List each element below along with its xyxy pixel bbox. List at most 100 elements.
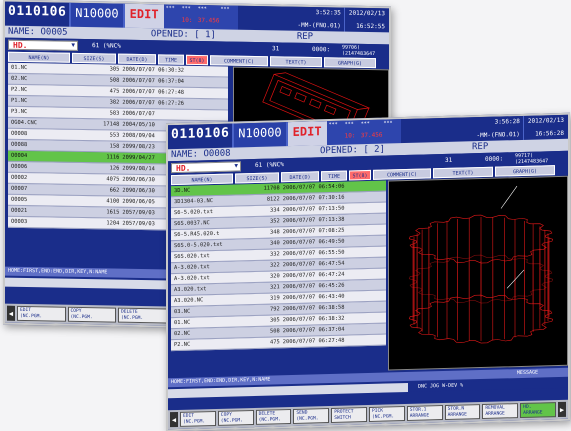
right-arrow-icon[interactable]: ▶ xyxy=(557,401,566,418)
filter-text: 61 (%NC% xyxy=(92,42,121,50)
extension-select[interactable]: HD. xyxy=(8,39,78,51)
column-text[interactable]: TEXT(T) xyxy=(270,56,322,68)
softkey-hd[interactable]: HD. ARRANGE xyxy=(520,402,556,419)
rep-label: REP xyxy=(472,141,489,153)
softkey-edit[interactable]: EDIT (NC.PGM. xyxy=(180,410,216,427)
softkey-sub: ARRANGE xyxy=(523,409,543,416)
file-date: 2006/07/07 06:27:48 xyxy=(282,337,345,346)
softkey-sub: (NC.PGM. xyxy=(220,417,243,424)
file-size: 583 xyxy=(109,110,120,117)
softkey-sub: ARRANGE xyxy=(409,412,430,419)
column-comment[interactable]: COMMENT(C) xyxy=(373,168,431,180)
column-time[interactable]: TIME xyxy=(321,170,347,182)
file-size: 319 xyxy=(270,295,280,302)
softkey-sub: (NC.PGM. xyxy=(121,315,144,321)
left-arrow-icon[interactable]: ◀ xyxy=(7,305,15,321)
file-name: O0021 xyxy=(11,207,28,215)
column-status[interactable]: ST(8) xyxy=(349,169,371,181)
softkey-removal[interactable]: REMOVAL ARRANGE xyxy=(482,403,519,420)
softkey-sub: ARRANGE xyxy=(447,411,467,418)
softkey-protect[interactable]: PROTECT SWITCH xyxy=(331,407,367,423)
status-cell: *** xyxy=(360,120,370,128)
softkey-delete[interactable]: DELETE (NC.PGM. xyxy=(255,409,292,425)
softkey-send[interactable]: SEND(NC.PGM. xyxy=(293,408,330,424)
clock: 3:56:28 -MM-(FNO.01) xyxy=(400,115,523,144)
left-arrow-icon[interactable]: ◀ xyxy=(170,411,178,428)
file-size: 508 xyxy=(270,328,280,335)
file-size: 322 xyxy=(270,262,280,269)
free-space-max: (2147483647 xyxy=(515,157,549,165)
time-label: 3:52:35 xyxy=(315,9,341,17)
file-name: OG04.CNC xyxy=(11,119,37,127)
gear-drawing xyxy=(408,185,554,344)
graph-preview xyxy=(388,175,568,371)
file-size: 17148 xyxy=(103,121,120,128)
file-size: 320 xyxy=(270,273,280,280)
status-cell xyxy=(166,16,181,27)
column-size[interactable]: SIZE(S) xyxy=(235,172,279,184)
column-text[interactable]: TEXT(T) xyxy=(433,166,493,179)
fno-label: -MM-(FNO.01) xyxy=(297,21,341,30)
column-time[interactable]: TIME xyxy=(158,54,184,65)
free-space-max: (2147483647 xyxy=(342,50,376,57)
column-size[interactable]: SIZE(S) xyxy=(72,52,116,64)
file-count: 31 xyxy=(445,156,453,164)
file-size: 305 xyxy=(109,66,120,73)
column-date[interactable]: DATE(D) xyxy=(118,53,156,65)
file-size: 321 xyxy=(270,284,280,291)
extension-select[interactable]: HD. xyxy=(171,160,241,173)
bytes-label: 0000: xyxy=(312,46,331,54)
file-size: 4100 xyxy=(106,198,120,205)
softkey-sub: SWITCH xyxy=(334,414,351,421)
softkey-delete[interactable]: DELETE (NC.PGM. xyxy=(118,307,167,324)
file-name: P1.NC xyxy=(11,97,28,105)
program-number: 0110106 xyxy=(168,123,233,150)
column-name[interactable]: NAME(N) xyxy=(8,51,70,63)
file-size: 126 xyxy=(109,165,120,172)
column-status[interactable]: ST(8) xyxy=(186,54,208,66)
machine-status: *** *** *** *** 10: 37.456 xyxy=(163,4,238,30)
softkey-edit[interactable]: EDIT (NC.PGM. xyxy=(17,305,66,322)
file-size: 332 xyxy=(270,251,280,258)
file-name: P3.NC xyxy=(11,108,28,116)
date-label: 2012/02/13 xyxy=(348,9,385,18)
status-cell xyxy=(329,133,344,144)
column-graph[interactable]: GRAPH(G) xyxy=(324,57,376,69)
clock: 3:52:35 -MM-(FNO.01) xyxy=(237,5,344,32)
status-cell: *** xyxy=(165,5,175,12)
file-size: 11708 xyxy=(263,185,280,192)
status-cell xyxy=(220,17,235,28)
date-panel: 2012/02/13 16:56:28 xyxy=(522,114,568,140)
status-cell: *** xyxy=(197,6,207,13)
file-size: 1116 xyxy=(106,154,120,161)
mode-line: DNC JOG W-DEV % xyxy=(418,382,464,390)
column-comment[interactable]: COMMENT(C) xyxy=(210,55,268,67)
help-text: HOME:FIRST,END:END,DIR,KEY,N:NAME xyxy=(171,376,271,386)
rep-label: REP xyxy=(296,31,314,43)
status-cell: *** xyxy=(220,6,230,13)
softkey-stor1[interactable]: STOR.1 ARRANGE xyxy=(406,405,443,421)
softkey-copy[interactable]: COPY (NC.PGM. xyxy=(67,306,116,323)
sequence-number: N10000 xyxy=(232,122,288,148)
file-name: O0003 xyxy=(11,218,28,226)
file-size: 382 xyxy=(109,99,120,106)
file-name: O0007 xyxy=(11,185,28,193)
time2-label: 16:52:55 xyxy=(356,22,385,31)
file-size: 352 xyxy=(270,218,280,225)
softkey-sub: (NC.PGM. xyxy=(371,413,395,420)
softkey-pick[interactable]: PICK (NC.PGM. xyxy=(368,406,405,422)
file-name: P2.NC xyxy=(11,86,28,94)
status-cell: *** xyxy=(328,121,338,129)
softkey-storn[interactable]: STOR.N ARRANGE xyxy=(444,404,481,420)
file-size: 305 xyxy=(270,317,280,324)
column-graph[interactable]: GRAPH(G) xyxy=(495,165,555,177)
file-size: 1204 xyxy=(106,220,120,227)
softkey-sub: (NC.PGM. xyxy=(20,313,43,319)
softkey-sub: ARRANGE xyxy=(485,410,505,417)
mode-indicator: EDIT xyxy=(124,3,164,29)
column-name[interactable]: NAME(N) xyxy=(171,173,233,186)
status-cell: *** xyxy=(344,121,354,128)
softkey-copy[interactable]: COPY (NC.PGM. xyxy=(217,409,254,426)
file-name: O0005 xyxy=(11,196,28,204)
column-date[interactable]: DATE(D) xyxy=(281,171,319,183)
